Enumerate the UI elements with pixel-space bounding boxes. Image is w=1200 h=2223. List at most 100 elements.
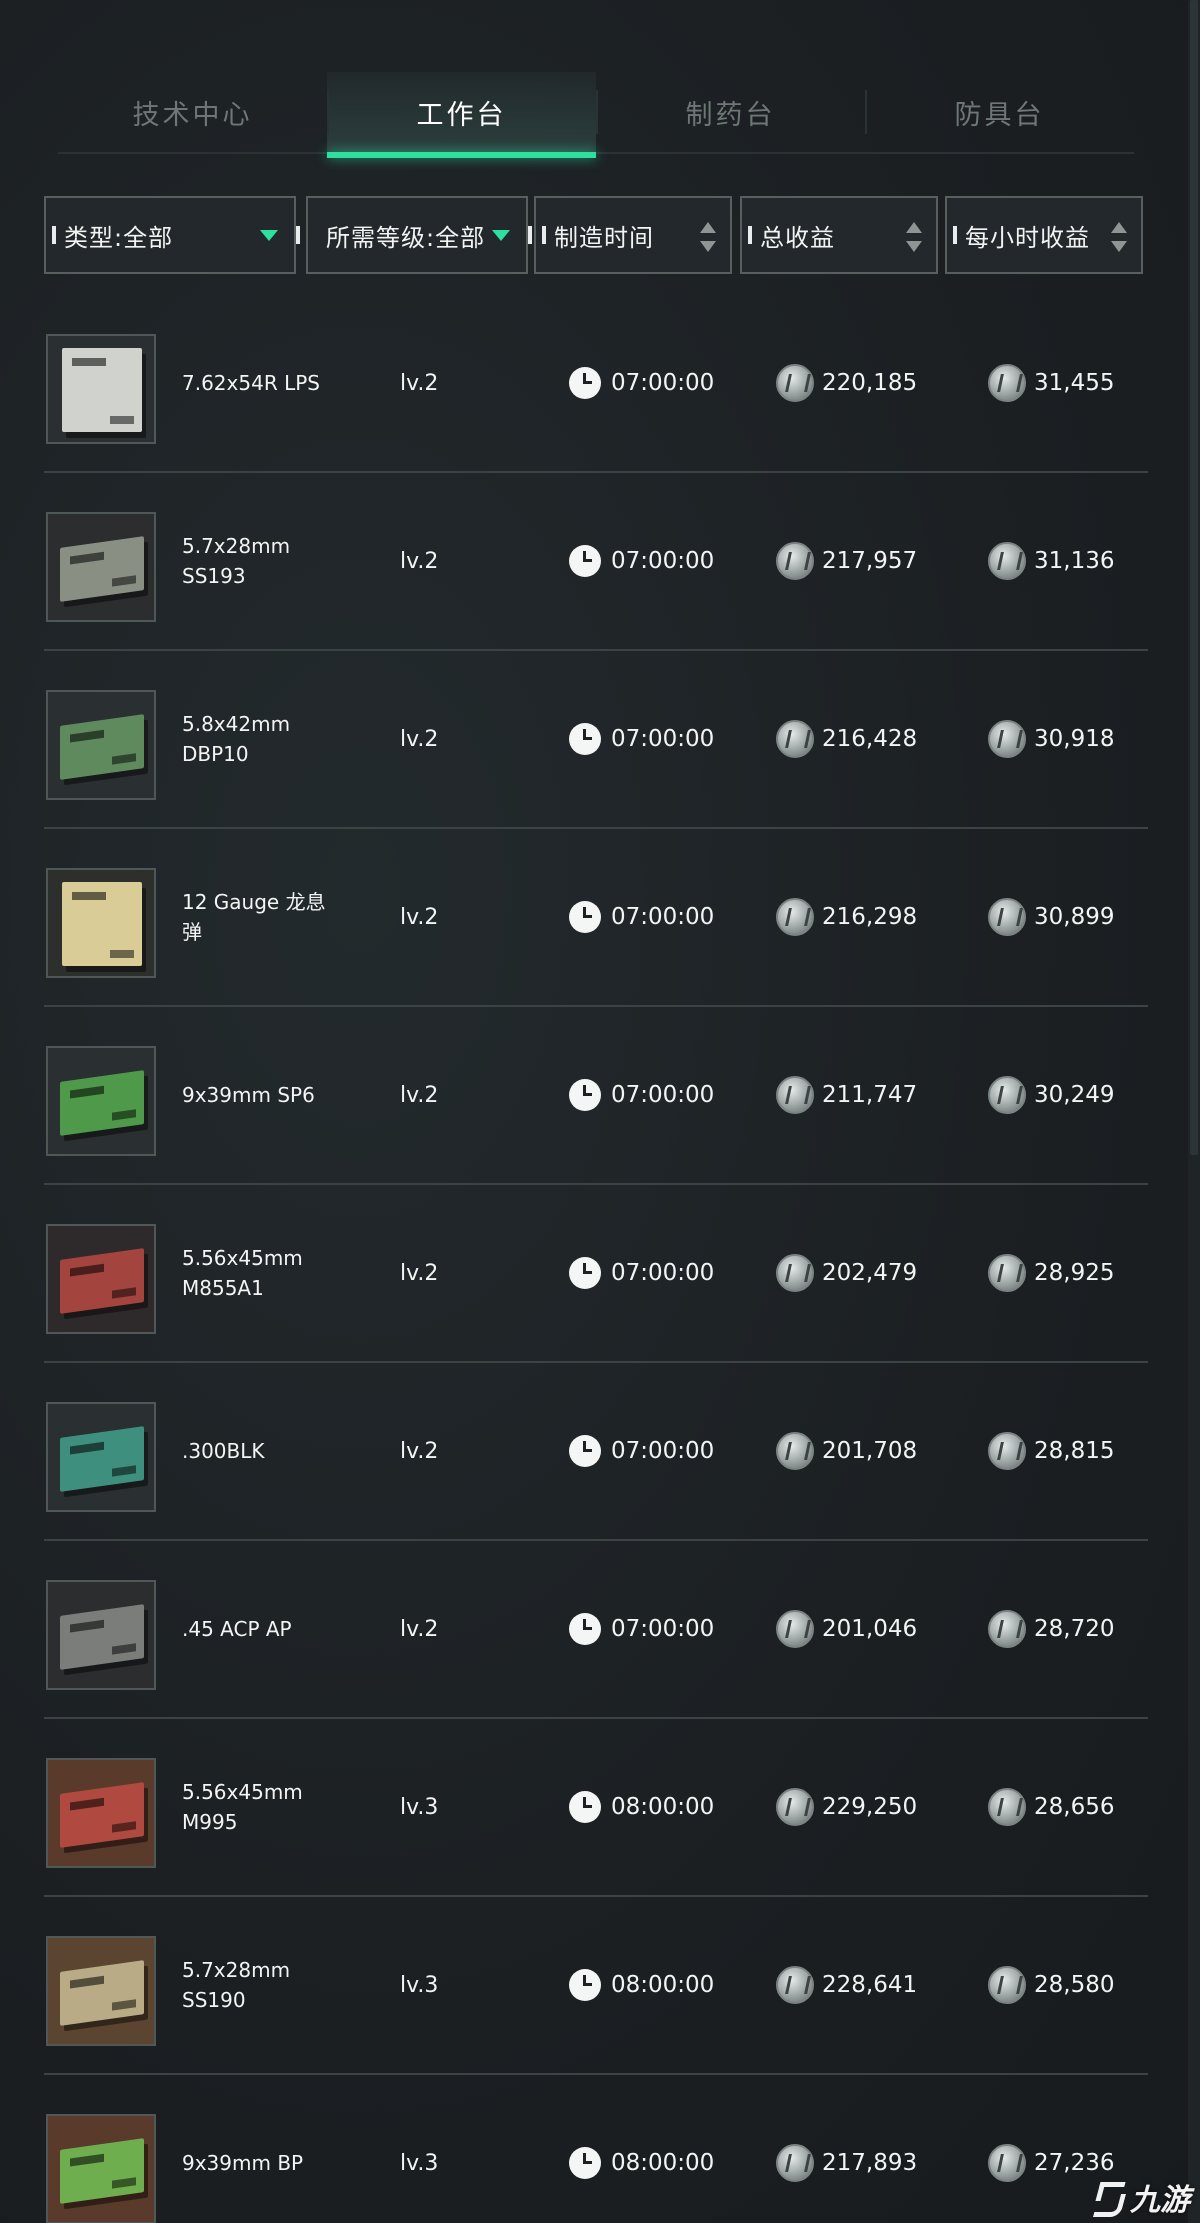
ammo-thumbnail — [46, 1224, 156, 1334]
craft-item-row[interactable]: .45 ACP AP lv.2 07:00:00 201,046 28,720 — [44, 1541, 1148, 1719]
workbench-page: 技术中心 工作台 制药台 防具台 类型:全部 所需等级:全部 制造时间 总收益 — [0, 0, 1200, 2223]
total-profit: 217,957 — [776, 473, 917, 649]
craft-time: 07:00:00 — [569, 829, 714, 1005]
ammo-box-icon — [60, 1960, 144, 2026]
type-filter-dropdown[interactable]: 类型:全部 — [44, 196, 300, 274]
scrollbar-track[interactable] — [1188, 0, 1200, 2223]
craft-item-row[interactable]: 5.56x45mm M995 lv.3 08:00:00 229,250 28,… — [44, 1719, 1148, 1897]
coin-icon — [988, 720, 1026, 758]
coin-icon — [776, 2144, 814, 2182]
craft-time-value: 07:00:00 — [611, 726, 715, 752]
required-level: lv.2 — [400, 726, 439, 752]
required-level: lv.3 — [400, 1794, 439, 1820]
coin-icon — [776, 1610, 814, 1648]
coin-icon — [988, 542, 1026, 580]
ammo-box-icon — [60, 1604, 144, 1670]
type-filter-label: 类型:全部 — [64, 223, 174, 252]
hourly-profit-sort-label: 每小时收益 — [965, 223, 1090, 252]
total-profit-sort-button[interactable]: 总收益 — [740, 196, 938, 274]
craft-time: 08:00:00 — [569, 1897, 714, 2073]
ammo-thumbnail — [46, 868, 156, 978]
craft-item-row[interactable]: 5.7x28mm SS190 lv.3 08:00:00 228,641 28,… — [44, 1897, 1148, 2075]
coin-icon — [776, 720, 814, 758]
ammo-box-icon — [60, 714, 144, 780]
hourly-profit: 28,580 — [988, 1897, 1114, 2073]
coin-icon — [776, 542, 814, 580]
required-level: lv.2 — [400, 370, 439, 396]
clock-icon — [569, 367, 601, 399]
craft-time: 07:00:00 — [569, 1541, 714, 1717]
filter-marker — [52, 226, 56, 244]
filter-marker — [748, 226, 752, 244]
clock-icon — [569, 1613, 601, 1645]
hourly-profit-value: 28,656 — [1034, 1794, 1115, 1820]
craft-time-value: 07:00:00 — [611, 1260, 715, 1286]
required-level: lv.2 — [400, 1438, 439, 1464]
coin-icon — [988, 2144, 1026, 2182]
craft-item-row[interactable]: 5.56x45mm M855A1 lv.2 07:00:00 202,479 2… — [44, 1185, 1148, 1363]
coin-icon — [988, 1254, 1026, 1292]
item-name: 5.7x28mm SS190 — [182, 1958, 291, 2012]
craft-item-row[interactable]: .300BLK lv.2 07:00:00 201,708 28,815 — [44, 1363, 1148, 1541]
craft-time: 07:00:00 — [569, 473, 714, 649]
craft-item-row[interactable]: 5.8x42mm DBP10 lv.2 07:00:00 216,428 30,… — [44, 651, 1148, 829]
required-level: lv.3 — [400, 2150, 439, 2176]
ammo-box-icon — [62, 348, 142, 432]
hourly-profit: 31,136 — [988, 473, 1114, 649]
craft-item-row[interactable]: 9x39mm BP lv.3 08:00:00 217,893 27,236 — [44, 2075, 1148, 2223]
total-profit-value: 217,893 — [822, 2150, 918, 2176]
hourly-profit-sort-button[interactable]: 每小时收益 — [945, 196, 1143, 274]
coin-icon — [988, 1076, 1026, 1114]
total-profit-value: 216,298 — [822, 904, 918, 930]
item-name: 7.62x54R LPS — [182, 371, 320, 395]
total-profit: 228,641 — [776, 1897, 917, 2073]
total-profit: 201,708 — [776, 1363, 917, 1539]
tab-pharmacy[interactable]: 制药台 — [596, 72, 865, 152]
craft-time: 07:00:00 — [569, 295, 714, 471]
hourly-profit-value: 27,236 — [1034, 2150, 1115, 2176]
craft-item-row[interactable]: 12 Gauge 龙息弹 lv.2 07:00:00 216,298 30,89… — [44, 829, 1148, 1007]
craft-item-row[interactable]: 9x39mm SP6 lv.2 07:00:00 211,747 30,249 — [44, 1007, 1148, 1185]
clock-icon — [569, 1791, 601, 1823]
hourly-profit: 30,899 — [988, 829, 1114, 1005]
craft-time-value: 07:00:00 — [611, 548, 715, 574]
ammo-thumbnail — [46, 1758, 156, 1868]
hourly-profit-value: 28,925 — [1034, 1260, 1115, 1286]
clock-icon — [569, 1257, 601, 1289]
coin-icon — [988, 1610, 1026, 1648]
hourly-profit-value: 28,815 — [1034, 1438, 1115, 1464]
required-level: lv.2 — [400, 1082, 439, 1108]
ammo-box-icon — [60, 1248, 144, 1314]
scrollbar-thumb[interactable] — [1190, 0, 1198, 1155]
hourly-profit-value: 30,899 — [1034, 904, 1115, 930]
craft-time: 07:00:00 — [569, 651, 714, 827]
craft-item-list: 7.62x54R LPS lv.2 07:00:00 220,185 31,45… — [44, 295, 1148, 2223]
ammo-thumbnail — [46, 690, 156, 800]
filter-marker — [528, 226, 532, 244]
level-filter-dropdown[interactable]: 所需等级:全部 — [306, 196, 532, 274]
craft-item-row[interactable]: 5.7x28mm SS193 lv.2 07:00:00 217,957 31,… — [44, 473, 1148, 651]
tab-workbench[interactable]: 工作台 — [327, 72, 596, 158]
hourly-profit: 30,249 — [988, 1007, 1114, 1183]
total-profit-value: 202,479 — [822, 1260, 918, 1286]
ammo-box-icon — [62, 882, 142, 966]
item-name: 12 Gauge 龙息弹 — [182, 890, 326, 944]
required-level: lv.2 — [400, 548, 439, 574]
sort-arrows-icon — [906, 222, 922, 252]
hourly-profit-value: 28,580 — [1034, 1972, 1115, 1998]
total-profit: 216,298 — [776, 829, 917, 1005]
hourly-profit: 28,925 — [988, 1185, 1114, 1361]
required-level: lv.2 — [400, 1616, 439, 1642]
watermark-logo: 九游 — [1094, 2175, 1190, 2219]
hourly-profit-value: 31,136 — [1034, 548, 1115, 574]
coin-icon — [776, 1254, 814, 1292]
ammo-thumbnail — [46, 1936, 156, 2046]
tab-armor-bench[interactable]: 防具台 — [865, 72, 1134, 152]
item-name: 9x39mm BP — [182, 2151, 304, 2175]
watermark-text: 九游 — [1130, 2183, 1190, 2218]
craft-item-row[interactable]: 7.62x54R LPS lv.2 07:00:00 220,185 31,45… — [44, 295, 1148, 473]
filter-marker — [542, 226, 546, 244]
time-sort-button[interactable]: 制造时间 — [534, 196, 732, 274]
craft-time-value: 07:00:00 — [611, 370, 715, 396]
tab-tech-center[interactable]: 技术中心 — [58, 72, 327, 152]
